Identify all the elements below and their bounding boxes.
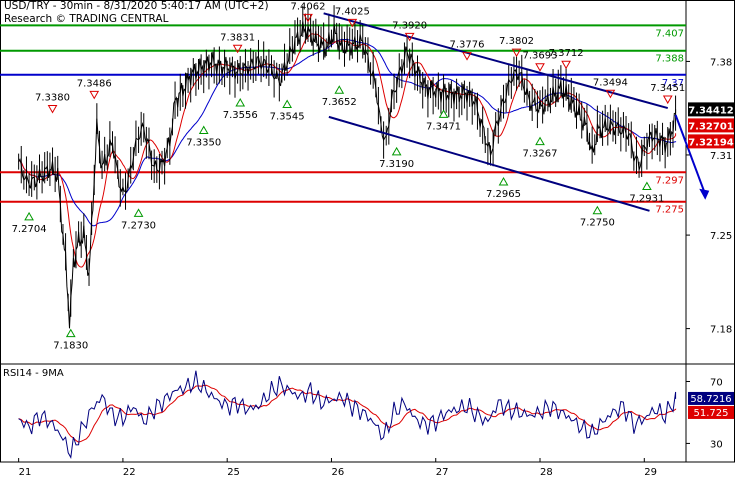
marker-low-label: 7.3471: [426, 121, 461, 132]
marker-low-triangle: [198, 125, 209, 135]
marker-high-triangle: [662, 95, 673, 105]
ma-slow-line: [18, 39, 677, 227]
marker-high-label: 7.3494: [593, 77, 628, 88]
marker-low-label: 7.3556: [223, 110, 258, 121]
x-tick-label: 29: [644, 467, 657, 478]
marker-low-triangle: [592, 205, 603, 215]
ma-fast-line: [18, 33, 677, 268]
last-price-label: 7.34412: [688, 105, 734, 116]
marker-high-label: 7.3831: [220, 32, 255, 43]
rsi-y-tick-label: 70: [710, 377, 723, 388]
projection-arrow-head: [699, 188, 710, 200]
marker-low-label: 7.2730: [121, 220, 156, 231]
rsi-ma-value-label: 51.725: [694, 408, 729, 419]
marker-low-triangle: [334, 85, 345, 94]
marker-high-label: 7.3486: [77, 78, 112, 89]
marker-low-triangle: [535, 136, 545, 146]
marker-low-label: 7.2704: [12, 224, 47, 235]
chart-canvas: 7.187.257.317.387.4077.3887.377.2977.275…: [0, 0, 735, 478]
rsi-line: [18, 370, 677, 459]
marker-low-triangle: [282, 99, 293, 108]
rsi-value-label: 58.7216: [690, 394, 731, 405]
marker-low-label: 7.2965: [486, 189, 521, 200]
y-tick-label: 7.38: [710, 57, 732, 68]
bid-price-label: 7.32194: [688, 137, 734, 148]
marker-low-triangle: [391, 146, 402, 156]
x-tick-label: 25: [227, 467, 240, 478]
y-tick-label: 7.25: [710, 231, 732, 242]
marker-low-label: 7.3190: [379, 159, 414, 170]
rsi-panel-title: RSI14 - 9MA: [3, 368, 64, 379]
marker-high-triangle: [561, 60, 571, 70]
marker-high-triangle: [89, 90, 100, 100]
marker-high-label: 7.3712: [549, 48, 584, 59]
x-tick-label: 26: [331, 467, 344, 478]
marker-low-label: 7.1830: [53, 341, 88, 352]
chart-root: USD/TRY - 30min - 8/31/2020 5:40:17 AM (…: [0, 0, 735, 480]
x-tick-label: 27: [436, 467, 449, 478]
price-line: [18, 21, 677, 329]
rsi-y-tick-label: 30: [710, 439, 723, 450]
marker-low-triangle: [642, 181, 652, 191]
marker-high-label: 7.3920: [392, 20, 427, 31]
marker-low-triangle: [24, 211, 34, 221]
x-tick-label: 28: [540, 467, 553, 478]
ask-price-label: 7.32701: [688, 121, 734, 132]
marker-high-label: 7.4062: [291, 1, 326, 12]
marker-high-label: 7.3802: [499, 36, 534, 47]
marker-high-triangle: [47, 105, 58, 114]
x-tick-label: 21: [19, 467, 32, 478]
y-tick-label: 7.31: [710, 151, 732, 162]
level-label: 7.388: [655, 54, 684, 65]
marker-high-label: 7.3380: [35, 93, 70, 104]
marker-high-label: 7.3776: [450, 40, 485, 51]
marker-low-triangle: [235, 98, 246, 107]
marker-high-label: 7.3451: [650, 83, 685, 94]
level-label: 7.407: [655, 28, 684, 39]
marker-low-label: 7.2931: [629, 194, 664, 205]
marker-low-label: 7.3652: [322, 97, 357, 108]
marker-low-triangle: [498, 176, 509, 186]
marker-high-triangle: [535, 63, 545, 72]
y-tick-label: 7.18: [710, 325, 732, 336]
x-tick-label: 22: [123, 467, 136, 478]
marker-low-triangle: [65, 328, 76, 338]
marker-low-label: 7.3545: [270, 111, 305, 122]
trend-line-upper: [323, 12, 669, 110]
marker-high-label: 7.4025: [335, 6, 370, 17]
level-label: 7.275: [655, 205, 684, 216]
marker-low-label: 7.2750: [580, 218, 615, 229]
marker-low-label: 7.3350: [186, 138, 221, 149]
marker-low-triangle: [133, 208, 144, 217]
marker-low-label: 7.3267: [523, 149, 558, 160]
level-label: 7.297: [655, 175, 684, 186]
